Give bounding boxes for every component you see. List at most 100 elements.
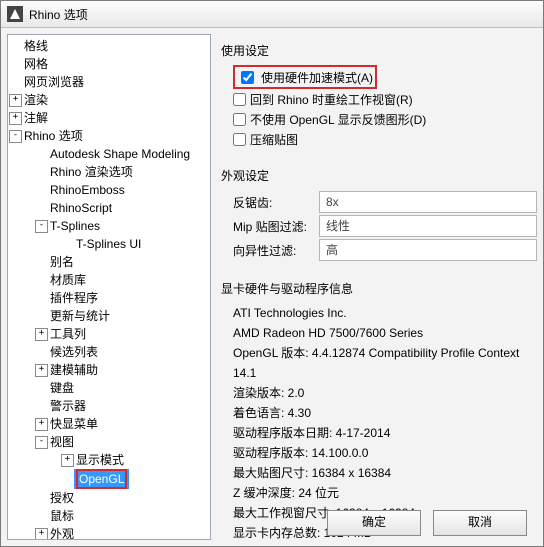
gpu-info-line: 着色语言: 4.30 <box>233 403 537 423</box>
tree-item-label[interactable]: RhinoScript <box>48 199 114 217</box>
tree-item-label[interactable]: 网页浏览器 <box>22 73 86 91</box>
tree-item[interactable]: 材质库 <box>34 271 210 289</box>
tree-item[interactable]: 格线 <box>8 37 210 55</box>
chk-return-redraw[interactable] <box>233 93 246 106</box>
tree-item[interactable]: Autodesk Shape Modeling <box>34 145 210 163</box>
appearance-title: 外观设定 <box>221 167 537 184</box>
tree-item[interactable]: -Rhino 选项Autodesk Shape ModelingRhino 渲染… <box>8 127 210 540</box>
expand-toggle[interactable]: + <box>9 112 22 125</box>
tree-item[interactable]: +显示模式 <box>60 451 210 469</box>
gpu-info-line: 驱动程序版本日期: 4-17-2014 <box>233 423 537 443</box>
tree-item-label[interactable]: 材质库 <box>48 271 88 289</box>
tree-item[interactable]: +建模辅助 <box>34 361 210 379</box>
aniso-select[interactable]: 高 <box>319 239 537 261</box>
tree-item-label[interactable]: 更新与统计 <box>48 307 112 325</box>
option-tree[interactable]: 格线网格网页浏览器+渲染+注解-Rhino 选项Autodesk Shape M… <box>8 35 210 540</box>
tree-item[interactable]: OpenGL <box>60 469 210 489</box>
tree-item-label[interactable]: 外观 <box>48 525 76 540</box>
tree-item-label[interactable]: Autodesk Shape Modeling <box>48 145 192 163</box>
tree-item[interactable]: T-Splines UI <box>60 235 210 253</box>
expand-toggle[interactable]: + <box>9 94 22 107</box>
tree-pane[interactable]: 格线网格网页浏览器+渲染+注解-Rhino 选项Autodesk Shape M… <box>7 34 211 540</box>
tree-item[interactable]: 网格 <box>8 55 210 73</box>
tree-item[interactable]: +快显菜单 <box>34 415 210 433</box>
tree-item[interactable]: Rhino 渲染选项 <box>34 163 210 181</box>
tree-item[interactable]: +注解 <box>8 109 210 127</box>
tree-item[interactable]: +工具列 <box>34 325 210 343</box>
tree-item[interactable]: +渲染 <box>8 91 210 109</box>
tree-item-label[interactable]: 格线 <box>22 37 50 55</box>
tree-item[interactable]: RhinoScript <box>34 199 210 217</box>
tree-item-label[interactable]: OpenGL <box>74 469 129 489</box>
tree-item[interactable]: 警示器 <box>34 397 210 415</box>
mip-label: Mip 贴图过滤: <box>233 218 313 235</box>
tree-item-label[interactable]: 键盘 <box>48 379 76 397</box>
window-title: Rhino 选项 <box>29 6 88 23</box>
tree-item-label[interactable]: 快显菜单 <box>48 415 100 433</box>
tree-item-label[interactable]: 工具列 <box>48 325 88 343</box>
tree-item[interactable]: 插件程序 <box>34 289 210 307</box>
app-icon <box>7 6 23 22</box>
tree-item[interactable]: RhinoEmboss <box>34 181 210 199</box>
tree-item-label[interactable]: 别名 <box>48 253 76 271</box>
chk-no-opengl-label: 不使用 OpenGL 显示反馈图形(D) <box>250 111 426 128</box>
tree-item-label[interactable]: 显示模式 <box>74 451 126 469</box>
tree-item[interactable]: 网页浏览器 <box>8 73 210 91</box>
tree-item[interactable]: 候选列表 <box>34 343 210 361</box>
tree-item-label[interactable]: 警示器 <box>48 397 88 415</box>
tree-item[interactable]: +外观 <box>34 525 210 540</box>
tree-item[interactable]: 别名 <box>34 253 210 271</box>
tree-item[interactable]: 鼠标 <box>34 507 210 525</box>
tree-item[interactable]: -T-SplinesT-Splines UI <box>34 217 210 253</box>
chk-hw-accel-label: 使用硬件加速模式(A) <box>261 69 373 86</box>
aa-label: 反锯齿: <box>233 194 313 211</box>
tree-item-label[interactable]: 渲染 <box>22 91 50 109</box>
gpu-info: ATI Technologies Inc.AMD Radeon HD 7500/… <box>233 303 537 540</box>
tree-item-label[interactable]: Rhino 渲染选项 <box>48 163 135 181</box>
tree-item-label[interactable]: 建模辅助 <box>48 361 100 379</box>
tree-item[interactable]: -视图+显示模式OpenGL <box>34 433 210 489</box>
tree-item[interactable]: 更新与统计 <box>34 307 210 325</box>
chk-return-redraw-label: 回到 Rhino 时重绘工作视窗(R) <box>250 91 413 108</box>
chk-compress-tex-label: 压缩贴图 <box>250 131 298 148</box>
tree-item-label[interactable]: 网格 <box>22 55 50 73</box>
expand-toggle[interactable]: - <box>35 436 48 449</box>
chk-compress-tex[interactable] <box>233 133 246 146</box>
tree-item-label[interactable]: 候选列表 <box>48 343 100 361</box>
options-window: Rhino 选项 格线网格网页浏览器+渲染+注解-Rhino 选项Autodes… <box>0 0 544 547</box>
tree-item[interactable]: 授权 <box>34 489 210 507</box>
gpu-info-line: AMD Radeon HD 7500/7600 Series <box>233 323 537 343</box>
tree-item-label[interactable]: 插件程序 <box>48 289 100 307</box>
chk-no-opengl[interactable] <box>233 113 246 126</box>
aniso-label: 向异性过滤: <box>233 242 313 259</box>
gpu-title: 显卡硬件与驱动程序信息 <box>221 280 537 297</box>
gpu-info-line: OpenGL 版本: 4.4.12874 Compatibility Profi… <box>233 343 537 383</box>
expand-toggle[interactable]: + <box>35 418 48 431</box>
aa-select[interactable]: 8x <box>319 191 537 213</box>
body: 格线网格网页浏览器+渲染+注解-Rhino 选项Autodesk Shape M… <box>1 28 543 546</box>
tree-item-label[interactable]: T-Splines <box>48 217 102 235</box>
tree-item[interactable]: 键盘 <box>34 379 210 397</box>
ok-button[interactable]: 确定 <box>327 510 421 536</box>
tree-item-label[interactable]: 注解 <box>22 109 50 127</box>
tree-item-highlight: OpenGL <box>76 469 127 489</box>
tree-item-label[interactable]: 鼠标 <box>48 507 76 525</box>
dialog-buttons: 确定 取消 <box>327 510 527 536</box>
expand-toggle[interactable]: + <box>35 328 48 341</box>
tree-item-label[interactable]: T-Splines UI <box>74 235 143 253</box>
tree-item-label[interactable]: Rhino 选项 <box>22 127 85 145</box>
mip-select[interactable]: 线性 <box>319 215 537 237</box>
expand-toggle[interactable]: + <box>35 364 48 377</box>
expand-toggle[interactable]: + <box>61 454 74 467</box>
usage-checks: 使用硬件加速模式(A) 回到 Rhino 时重绘工作视窗(R) 不使用 Open… <box>233 65 537 149</box>
gpu-info-line: 驱动程序版本: 14.100.0.0 <box>233 443 537 463</box>
tree-item-label[interactable]: RhinoEmboss <box>48 181 127 199</box>
chk-hw-accel[interactable] <box>241 71 254 84</box>
expand-toggle[interactable]: - <box>9 130 22 143</box>
titlebar: Rhino 选项 <box>1 1 543 28</box>
tree-item-label[interactable]: 视图 <box>48 433 76 451</box>
expand-toggle[interactable]: + <box>35 528 48 540</box>
expand-toggle[interactable]: - <box>35 220 48 233</box>
cancel-button[interactable]: 取消 <box>433 510 527 536</box>
tree-item-label[interactable]: 授权 <box>48 489 76 507</box>
